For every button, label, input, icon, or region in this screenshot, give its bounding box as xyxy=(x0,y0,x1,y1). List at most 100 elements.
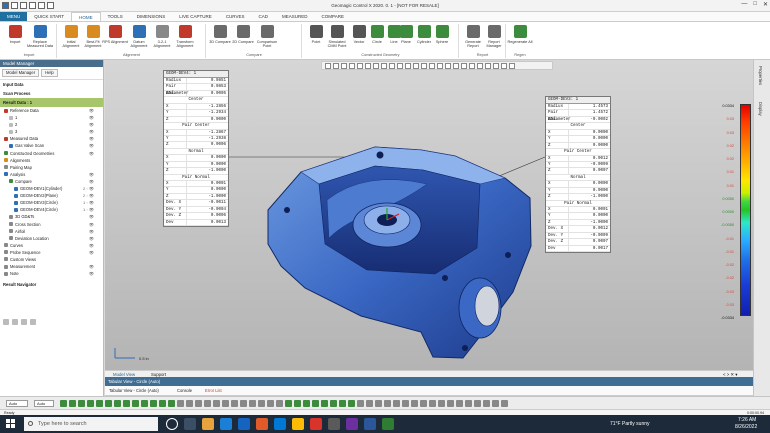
selection-tool-icon[interactable] xyxy=(177,400,184,407)
visibility-eye-icon[interactable]: 👁 xyxy=(89,178,94,185)
store-icon[interactable] xyxy=(274,418,286,430)
selection-tool-icon[interactable] xyxy=(474,400,481,407)
selection-tool-icon[interactable] xyxy=(465,400,472,407)
app-icon-gray[interactable] xyxy=(328,418,340,430)
tree-item[interactable]: Gas Valve Scan 👁 xyxy=(0,142,103,149)
selection-tool-icon[interactable] xyxy=(411,400,418,407)
visibility-eye-icon[interactable]: 👁 xyxy=(89,213,94,220)
selection-tool-icon[interactable] xyxy=(168,400,175,407)
tree-item[interactable]: Measurement 👁 xyxy=(0,263,103,270)
visibility-eye-icon[interactable]: 👁 xyxy=(89,270,94,277)
tree-item[interactable]: 3 👁 xyxy=(0,128,103,135)
tree-item[interactable]: Analysis 👁 xyxy=(0,171,103,178)
tree-item[interactable]: 2 👁 xyxy=(0,121,103,128)
import-button[interactable]: Import xyxy=(2,25,28,53)
selection-tool-icon[interactable] xyxy=(312,400,319,407)
geomagic-taskbar-icon[interactable] xyxy=(382,418,394,430)
tab-curves[interactable]: CURVES xyxy=(219,12,252,21)
task-view-icon[interactable] xyxy=(184,418,196,430)
app-icon-red[interactable] xyxy=(310,418,322,430)
scan-process-section[interactable]: Scan Process xyxy=(0,89,103,98)
tab-live-capture[interactable]: LIVE CAPTURE xyxy=(172,12,219,21)
tab-menu[interactable]: MENU xyxy=(0,12,28,21)
selection-tool-icon[interactable] xyxy=(78,400,85,407)
2d-compare-button[interactable]: 2D Compare xyxy=(230,25,256,53)
minimize-button[interactable]: — xyxy=(741,1,747,8)
tab-model-manager[interactable]: Model Manager xyxy=(2,69,40,77)
selection-tool-icon[interactable] xyxy=(204,400,211,407)
tab-properties[interactable]: Properties xyxy=(758,66,763,85)
selection-tool-icon[interactable] xyxy=(123,400,130,407)
tab-measured[interactable]: MEASURED xyxy=(275,12,315,21)
selection-tool-icon[interactable] xyxy=(357,400,364,407)
tab-compare[interactable]: COMPARE xyxy=(315,12,351,21)
selection-tool-icon[interactable] xyxy=(456,400,463,407)
visibility-eye-icon[interactable]: 👁 xyxy=(89,235,94,242)
visibility-eye-icon[interactable]: 2 ◦ 👁 xyxy=(83,192,94,199)
tree-item[interactable]: Reference Data 👁 xyxy=(0,107,103,114)
selection-tool-icon[interactable] xyxy=(402,400,409,407)
tree-item[interactable]: Compare 👁 xyxy=(0,178,103,185)
selection-tool-icon[interactable] xyxy=(186,400,193,407)
selection-tool-icon[interactable] xyxy=(330,400,337,407)
selection-tool-icon[interactable] xyxy=(384,400,391,407)
tree-item[interactable]: 3D GD&Ts 👁 xyxy=(0,213,103,220)
tree-item[interactable]: Curves 👁 xyxy=(0,242,103,249)
visibility-eye-icon[interactable]: 👁 xyxy=(89,107,94,114)
selection-tool-icon[interactable] xyxy=(447,400,454,407)
explorer-icon[interactable] xyxy=(202,418,214,430)
selection-tool-icon[interactable] xyxy=(159,400,166,407)
tree-item[interactable]: Cross Section 👁 xyxy=(0,221,103,228)
selection-tool-icon[interactable] xyxy=(492,400,499,407)
maximize-button[interactable]: □ xyxy=(753,1,757,8)
tree-item[interactable]: Custom Views xyxy=(0,256,103,263)
tree-item[interactable]: Pairing Map xyxy=(0,164,103,171)
selection-tool-icon[interactable] xyxy=(501,400,508,407)
tab-dimensions[interactable]: DIMENSIONS xyxy=(130,12,173,21)
visibility-eye-icon[interactable]: 1 ◦ 👁 xyxy=(83,199,94,206)
selection-tool-icon[interactable] xyxy=(366,400,373,407)
rps-alignment-button[interactable]: RPS Alignment xyxy=(102,25,128,53)
selection-tool-icon[interactable] xyxy=(240,400,247,407)
windows-start-icon[interactable] xyxy=(6,419,16,429)
report-manager-button[interactable]: Report Manager xyxy=(481,25,507,53)
transform-alignment-button[interactable]: Transform Alignment xyxy=(172,25,198,53)
selection-tool-icon[interactable] xyxy=(141,400,148,407)
panel-tool-icon[interactable] xyxy=(21,319,27,325)
tree-item[interactable]: Measured Data 👁 xyxy=(0,135,103,142)
visibility-eye-icon[interactable]: 👁 xyxy=(89,150,94,157)
selection-tool-icon[interactable] xyxy=(222,400,229,407)
tree-item[interactable]: Alignments xyxy=(0,157,103,164)
tree-item[interactable]: Airfoil 👁 xyxy=(0,228,103,235)
teams-icon[interactable] xyxy=(346,418,358,430)
tree-item[interactable]: Constructed Geometries 👁 xyxy=(0,150,103,157)
callout-geom-dev4[interactable]: GEOM-DEV4: 1 Radius 0.0851 Pair Rad. 0.0853… xyxy=(163,70,229,228)
tree-item[interactable]: GEOM-DEV2(Plane) 2 ◦ 👁 xyxy=(0,192,103,199)
selection-tool-icon[interactable] xyxy=(276,400,283,407)
tab-quick-start[interactable]: QUICK START xyxy=(27,12,71,21)
tab-tabular-view[interactable]: Tabular View - Circle (Auto) xyxy=(109,386,159,396)
tab-error-list[interactable]: Error List xyxy=(205,386,222,396)
tab-home[interactable]: HOME xyxy=(71,12,101,21)
visibility-eye-icon[interactable]: 👁 xyxy=(89,263,94,270)
office-icon[interactable] xyxy=(256,418,268,430)
tab-console[interactable]: Console xyxy=(177,386,192,396)
selection-tool-icon[interactable] xyxy=(339,400,346,407)
tree-item[interactable]: Probe Sequence 👁 xyxy=(0,249,103,256)
filter-dropdown[interactable]: Auto xyxy=(34,400,54,407)
visibility-eye-icon[interactable]: 👁 xyxy=(89,221,94,228)
selection-tool-icon[interactable] xyxy=(195,400,202,407)
visibility-eye-icon[interactable]: 👁 xyxy=(89,121,94,128)
tab-help[interactable]: Help xyxy=(41,69,58,77)
cortana-icon[interactable] xyxy=(166,418,178,430)
panel-tool-icon[interactable] xyxy=(3,319,9,325)
tree-item[interactable]: Note 👁 xyxy=(0,270,103,277)
selection-tool-icon[interactable] xyxy=(321,400,328,407)
result-data-section[interactable]: Result Data : 1 xyxy=(0,98,103,107)
selection-tool-icon[interactable] xyxy=(420,400,427,407)
input-data-section[interactable]: Input Data xyxy=(0,80,103,89)
tree-item[interactable]: 1 👁 xyxy=(0,114,103,121)
selection-tool-icon[interactable] xyxy=(303,400,310,407)
weather-widget[interactable]: 71°F Partly sunny xyxy=(610,421,650,427)
visibility-eye-icon[interactable]: 👁 xyxy=(89,228,94,235)
